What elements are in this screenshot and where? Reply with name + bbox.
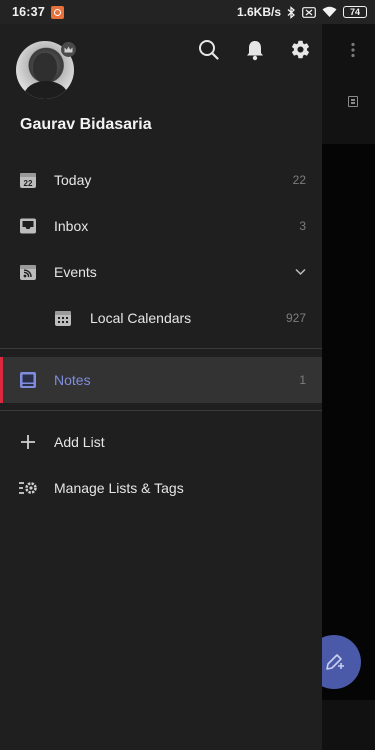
events-feed-icon [18,262,38,282]
edit-pencil-icon [326,654,344,670]
inbox-icon [18,216,38,236]
list-view-icon[interactable] [348,96,358,107]
network-speed: 1.6KB/s [236,5,281,19]
menu-item-add-list[interactable]: Add List [0,419,322,465]
notifications-button[interactable] [243,38,266,61]
menu-label-inbox: Inbox [54,218,89,234]
status-right: 1.6KB/s 74 [237,5,367,19]
search-icon [199,40,219,60]
more-options-icon[interactable] [350,42,356,63]
bell-icon [246,40,263,60]
calendar-grid-icon [53,308,73,328]
search-button[interactable] [197,38,220,61]
menu-label-local-calendars: Local Calendars [90,310,192,326]
menu-count-today: 22 [292,173,306,187]
gear-icon [291,40,310,59]
crown-badge-icon [61,42,76,57]
wifi-icon [322,6,337,18]
menu-count-inbox: 3 [299,219,306,233]
menu-count-local-calendars: 927 [285,311,306,325]
settings-button[interactable] [289,38,312,61]
status-time: 16:37 [12,5,45,19]
background-toolbar [322,24,375,144]
menu-item-inbox[interactable]: Inbox 3 [0,203,322,249]
manage-lists-icon [18,478,38,498]
sim-off-icon [302,6,316,18]
menu-item-local-calendars[interactable]: Local Calendars 927 [0,295,322,341]
calendar-22-icon: 22 [18,170,38,190]
battery-indicator: 74 [343,6,367,18]
notes-icon [18,370,38,390]
status-bar: 16:37 1.6KB/s 74 [0,0,375,24]
plus-icon [18,432,38,452]
divider [0,348,322,349]
menu-label-events: Events [54,264,97,280]
svg-text:22: 22 [24,179,33,188]
menu-label-notes: Notes [54,372,91,388]
menu-item-manage-lists[interactable]: Manage Lists & Tags [0,465,322,511]
navigation-drawer: Gaurav Bidasaria 22 Today 22 Inbox 3 Eve… [0,24,322,750]
chevron-down-icon[interactable] [295,268,306,276]
menu-item-events[interactable]: Events [0,249,322,295]
menu-label-today: Today [54,172,92,188]
menu-item-today[interactable]: 22 Today 22 [0,157,322,203]
drawer-actions [197,38,312,61]
menu-label-add-list: Add List [54,434,105,450]
user-name[interactable]: Gaurav Bidasaria [20,116,152,134]
menu-count-notes: 1 [299,373,306,387]
menu-label-manage-lists: Manage Lists & Tags [54,480,184,496]
notification-icon [50,5,64,19]
background-bottom-bar [322,700,375,750]
menu-item-notes[interactable]: Notes 1 [0,357,322,403]
bluetooth-icon [287,5,296,19]
divider [0,410,322,411]
